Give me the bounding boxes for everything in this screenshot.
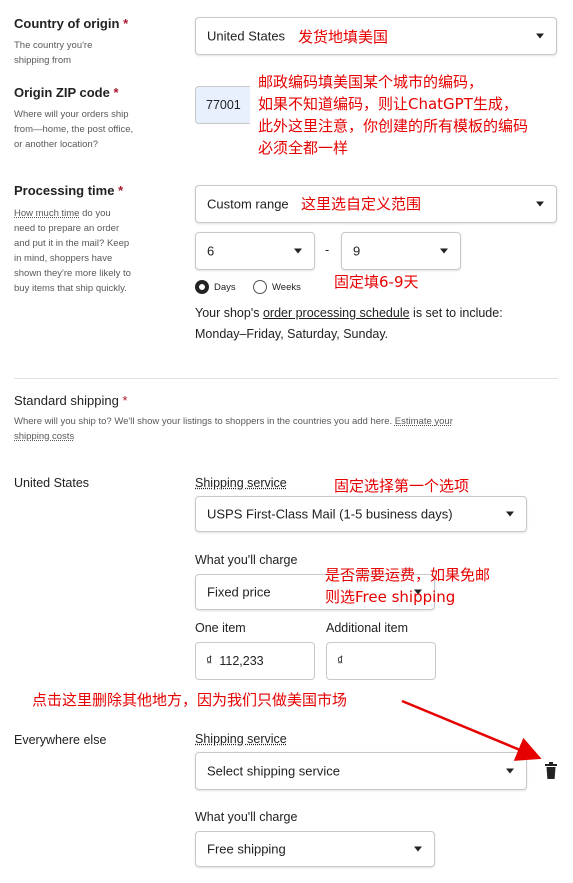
- annotation-arrow: [401, 699, 542, 761]
